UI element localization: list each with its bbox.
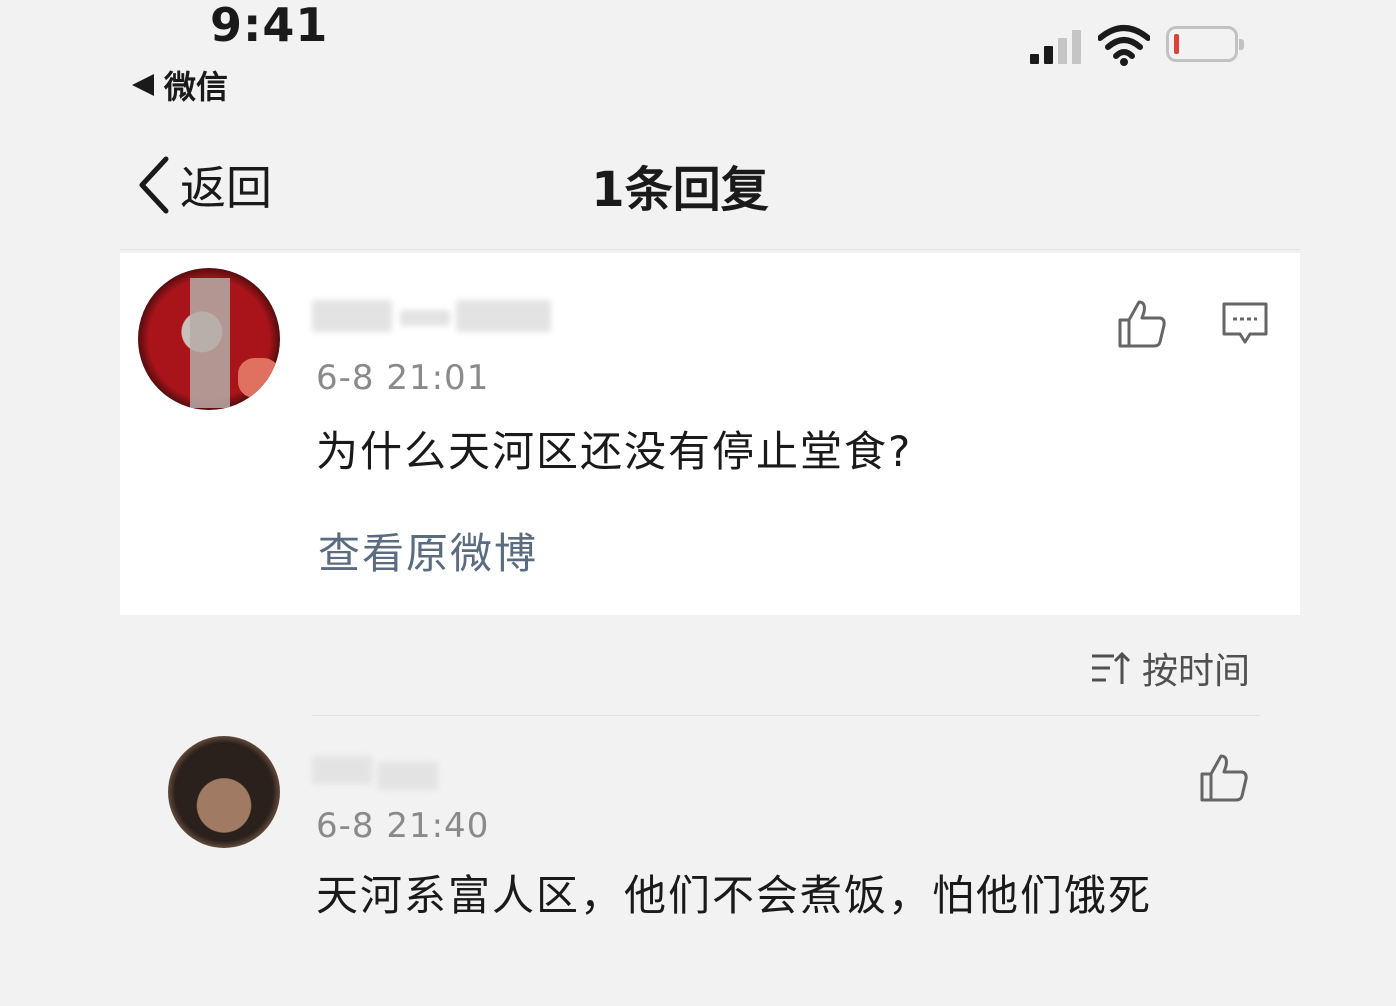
signal-icon [1030,28,1081,64]
battery-icon [1166,26,1244,62]
page-title: 1条回复 [591,162,769,218]
username-blurred [312,756,372,784]
avatar[interactable] [138,268,280,410]
reply-date: 6-8 21:40 [316,806,490,846]
username-blurred [312,300,392,332]
avatar[interactable] [168,736,280,848]
wifi-icon [1098,25,1150,66]
post-date: 6-8 21:01 [316,358,490,398]
username-blurred [400,310,450,326]
back-triangle-icon [132,74,154,96]
post-content: 为什么天河区还没有停止堂食? [316,427,913,476]
comment-icon[interactable] [1220,300,1270,348]
nav-divider [120,249,1300,250]
username-blurred [456,300,551,332]
username-blurred [378,762,438,790]
back-to-app-label: 微信 [164,68,229,106]
sort-icon [1092,651,1130,684]
reply-content: 天河系富人区，他们不会煮饭，怕他们饿死 [316,871,1153,920]
back-to-app-button[interactable]: 微信 [132,62,228,108]
status-time: 9:41 [210,0,329,52]
thumbs-up-icon[interactable] [1116,298,1168,350]
divider [312,715,1260,716]
view-original-link[interactable]: 查看原微博 [318,520,538,581]
sort-button[interactable]: 按时间 [1090,642,1250,694]
sort-label: 按时间 [1142,651,1251,692]
thumbs-up-icon[interactable] [1198,752,1250,804]
